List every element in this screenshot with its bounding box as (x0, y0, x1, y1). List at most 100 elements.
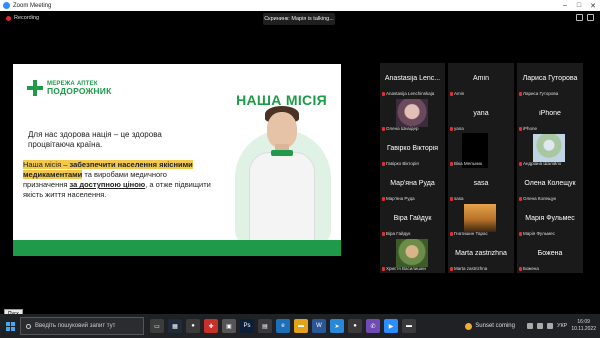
widgets-icon[interactable]: ▦ (168, 319, 182, 333)
start-button[interactable] (0, 314, 20, 338)
participant-name-label: Олена Колещук (519, 196, 556, 201)
app-icon[interactable]: ▣ (222, 319, 236, 333)
participant-name-label: Marta zastrizhna (450, 266, 487, 271)
participant-tile[interactable]: Марія Фульмес Марія Фульмес (517, 203, 583, 238)
participant-sub-name: Марія Фульмес (523, 231, 555, 236)
chrome-icon-2[interactable]: ● (348, 319, 362, 333)
mic-muted-icon (519, 231, 522, 236)
participant-sub-name: Amin (454, 91, 465, 96)
participant-sub-name: Marta zastrizhna (454, 266, 488, 271)
participant-display-name: Олена Колещук (524, 180, 576, 187)
participant-tile[interactable]: Marta zastrizhna Marta zastrizhna (448, 238, 514, 273)
weather-widget[interactable]: Sunset coming (465, 322, 515, 330)
participant-video (464, 204, 496, 232)
participant-name-label: iPhone (519, 126, 537, 131)
app-icon-3[interactable]: ▬ (402, 319, 416, 333)
clock-time: 16:09 (577, 319, 590, 325)
slide-paragraph-2: Наша місія – забезпечити населення якісн… (23, 160, 211, 200)
view-controls (576, 14, 594, 21)
participant-tile[interactable]: sasa sasa (448, 168, 514, 203)
participant-sub-name: Віка Мельник (454, 161, 482, 166)
clock[interactable]: 16:09 10.11.2022 (571, 319, 596, 333)
app-red-icon[interactable]: ✚ (204, 319, 218, 333)
participant-tile[interactable]: yana yana (448, 98, 514, 133)
participant-tile[interactable]: Гнатишин Тарас (448, 203, 514, 238)
participant-gallery: Anastasija Lenc... Anastasija Lenchinskaj… (380, 63, 584, 273)
maximize-icon[interactable]: □ (572, 0, 586, 11)
recording-indicator[interactable]: Recording (6, 15, 39, 21)
participant-display-name: Марія Фульмес (525, 215, 575, 222)
mic-muted-icon (382, 196, 385, 201)
participant-tile[interactable]: Христя Василишин (380, 238, 445, 273)
cross-logo-icon (27, 80, 43, 96)
participant-tile[interactable]: Гавірко Вікторія Гавірко Вікторія (380, 133, 445, 168)
participant-display-name: sasa (473, 180, 489, 187)
participant-sub-name: Лариса Гуторова (523, 91, 559, 96)
participant-tile[interactable]: iPhone iPhone (517, 98, 583, 133)
mic-muted-icon (450, 266, 453, 271)
edge-icon[interactable]: e (276, 319, 290, 333)
mic-muted-icon (382, 266, 385, 271)
taskbar-search[interactable]: Введіть пошуковий запит тут (20, 317, 144, 335)
photoshop-icon[interactable]: Ps (240, 319, 254, 333)
sunset-icon (465, 322, 473, 330)
window-controls: – □ ✕ (558, 0, 600, 11)
participant-name-label: Віка Мельник (450, 161, 482, 166)
participant-tile[interactable]: Андріана Шалiйло (517, 133, 583, 168)
chrome-icon[interactable]: ● (186, 319, 200, 333)
participant-tile[interactable]: Віра Гайдук Віра Гайдук (380, 203, 445, 238)
task-view-icon[interactable]: ▭ (150, 319, 164, 333)
mic-muted-icon (382, 231, 385, 236)
participant-sub-name: Мар'яна Руда (386, 196, 415, 201)
participant-name-label: Лариса Гуторова (519, 91, 558, 96)
participant-tile[interactable]: Amin Amin (448, 63, 514, 98)
participant-display-name: Anastasija Lenc... (384, 75, 441, 82)
app-icon-2[interactable]: ▤ (258, 319, 272, 333)
close-icon[interactable]: ✕ (586, 0, 600, 11)
participant-sub-name: Андріана Шалiйло (523, 161, 562, 166)
taskbar-apps: ▭ ▦ ● ✚ ▣ Ps ▤ e ▬ W ➤ ● ✆ ▶ ▬ (150, 319, 416, 333)
participant-name-label: Марія Фульмес (519, 231, 555, 236)
participant-name-label: Гнатишин Тарас (450, 231, 488, 236)
participant-name-label: Андріана Шалiйло (519, 161, 561, 166)
talking-indicator: Скрининк: Марiя is talking... (263, 13, 335, 25)
mic-muted-icon (382, 161, 385, 166)
fullscreen-icon[interactable] (587, 14, 594, 21)
volume-icon[interactable] (546, 323, 553, 329)
participant-name-label: Христя Василишин (382, 266, 426, 271)
viber-icon[interactable]: ✆ (366, 319, 380, 333)
language-indicator[interactable]: УКР (557, 323, 567, 329)
mic-muted-icon (450, 231, 453, 236)
zoom-taskbar-icon[interactable]: ▶ (384, 319, 398, 333)
weather-label: Sunset coming (475, 323, 515, 329)
participant-name-label: Віра Гайдук (382, 231, 410, 236)
participant-tile[interactable]: Anastasija Lenc... Anastasija Lenchinskaj… (380, 63, 445, 98)
participant-tile[interactable]: Мар'яна Руда Мар'яна Руда (380, 168, 445, 203)
search-placeholder: Введіть пошуковий запит тут (35, 323, 116, 329)
windows-taskbar: Введіть пошуковий запит тут ▭ ▦ ● ✚ ▣ Ps… (0, 314, 600, 338)
mic-muted-icon (382, 126, 385, 131)
participant-sub-name: Олена Шнаiдер (386, 126, 419, 131)
telegram-icon[interactable]: ➤ (330, 319, 344, 333)
para2-part-a: Наша місія – (23, 160, 70, 169)
mic-muted-icon (450, 196, 453, 201)
participant-tile[interactable]: Олена Колещук Олена Колещук (517, 168, 583, 203)
mic-muted-icon (450, 161, 453, 166)
participant-tile[interactable]: Віка Мельник (448, 133, 514, 168)
view-icon[interactable] (576, 14, 583, 21)
participant-tile[interactable]: Лариса Гуторова Лариса Гуторова (517, 63, 583, 98)
para2-part-d: за доступною ціною (69, 180, 146, 189)
tray-chevron-icon[interactable] (526, 323, 533, 329)
pharmacist-photo (235, 100, 331, 256)
record-dot-icon (6, 15, 11, 21)
participant-name-label: Anastasija Lenchinskaja (382, 91, 434, 96)
participant-sub-name: Віра Гайдук (386, 231, 411, 236)
network-icon[interactable] (536, 323, 543, 329)
file-explorer-icon[interactable]: ▬ (294, 319, 308, 333)
participant-display-name: Marta zastrizhna (455, 250, 507, 257)
word-icon[interactable]: W (312, 319, 326, 333)
minimize-icon[interactable]: – (558, 0, 572, 11)
participant-tile[interactable]: Олена Шнаiдер (380, 98, 445, 133)
participant-tile[interactable]: Божена Божена (517, 238, 583, 273)
participant-name-label: sasa (450, 196, 464, 201)
